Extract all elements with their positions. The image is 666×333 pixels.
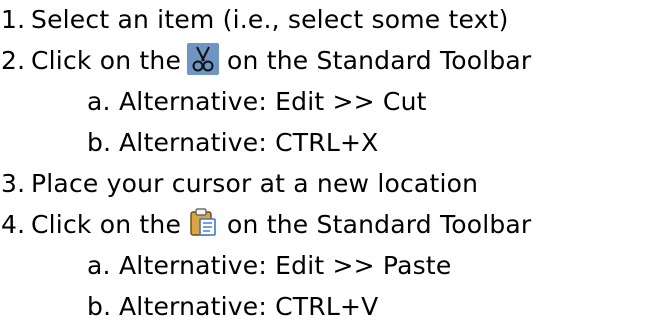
step-text: Place your cursor at a new location [31,169,479,198]
substep-letter: a. [87,251,111,280]
step-2b: b. Alternative: CTRL+X [87,123,378,163]
step-text-suffix: on the Standard Toolbar [227,210,532,239]
step-text-suffix: on the Standard Toolbar [227,46,532,75]
scissors-cut-icon [187,43,220,75]
step-text: Click on the [31,46,182,75]
substep-letter: b. [87,128,112,157]
substep-letter: b. [87,292,112,321]
step-1: 1. Select an item (i.e., select some text… [1,0,509,40]
substep-text: Alternative: Edit >> Paste [119,251,452,280]
step-number: 1. [1,5,26,34]
step-3: 3. Place your cursor at a new location [1,164,478,204]
substep-letter: a. [87,87,111,116]
step-4b: b. Alternative: CTRL+V [87,287,378,327]
step-number: 3. [1,169,26,198]
step-4: 4. Click on the on the Standard Toolbar [1,205,531,245]
step-text: Select an item (i.e., select some text) [31,5,509,34]
step-text: Click on the [31,210,182,239]
step-number: 2. [1,46,26,75]
step-2: 2. Click on the on the Standard Toolbar [1,41,531,81]
substep-text: Alternative: Edit >> Cut [119,87,427,116]
step-number: 4. [1,210,26,239]
instruction-document: 1. Select an item (i.e., select some text… [0,0,666,333]
clipboard-paste-icon [187,207,219,239]
substep-text: Alternative: CTRL+X [119,128,379,157]
step-4a: a. Alternative: Edit >> Paste [87,246,451,286]
step-2a: a. Alternative: Edit >> Cut [87,82,427,122]
substep-text: Alternative: CTRL+V [119,292,379,321]
